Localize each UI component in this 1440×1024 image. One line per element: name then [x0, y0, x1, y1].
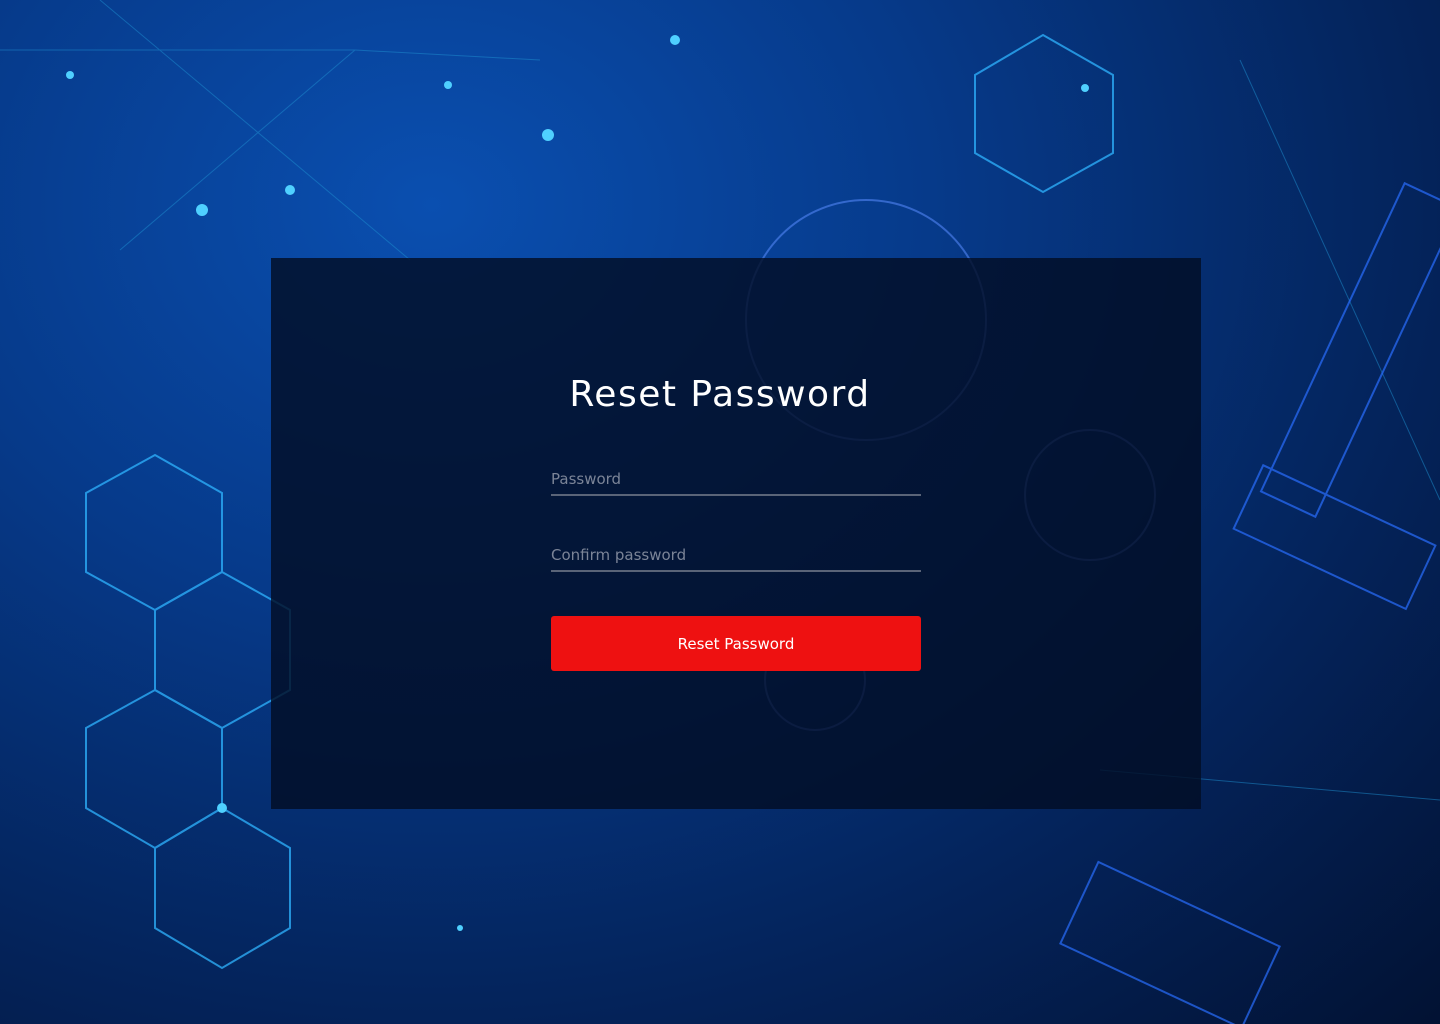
- password-input[interactable]: [551, 464, 921, 496]
- reset-password-card: [271, 258, 1201, 809]
- reset-password-button[interactable]: Reset Password: [551, 616, 921, 671]
- confirm-password-input[interactable]: [551, 540, 921, 572]
- page-title: Reset Password: [569, 374, 871, 415]
